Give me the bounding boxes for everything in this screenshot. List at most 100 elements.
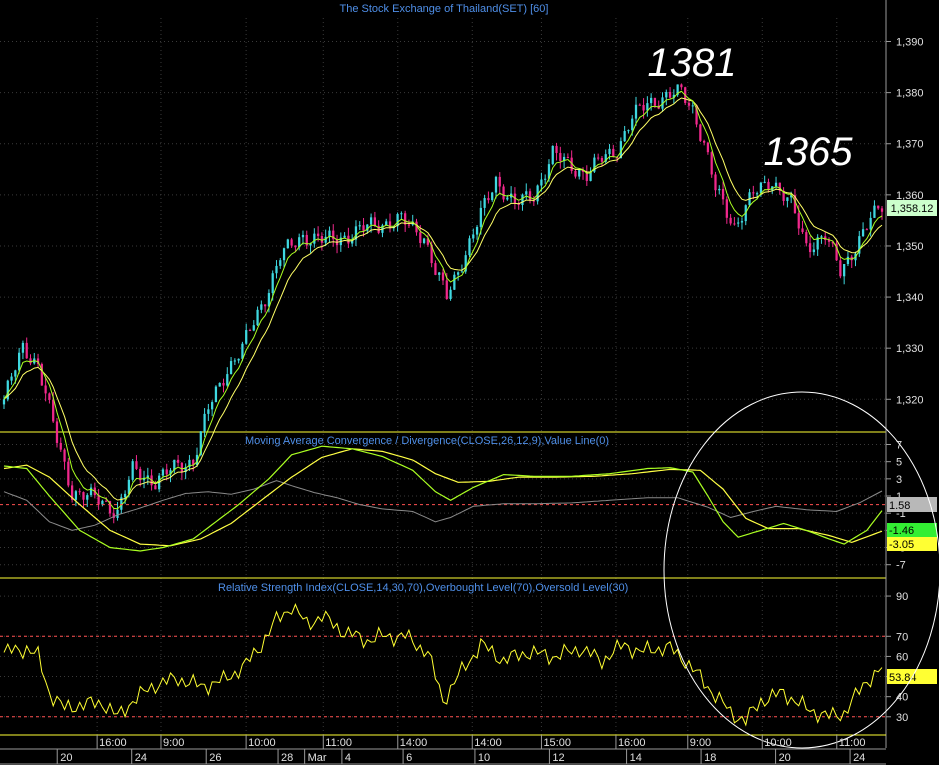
candle-body <box>877 205 880 209</box>
candle-body <box>78 491 81 493</box>
candle-body <box>21 342 25 353</box>
candle-body <box>214 386 218 403</box>
macd-panel-title: Moving Average Convergence / Divergence(… <box>245 435 609 447</box>
candle-body <box>578 170 581 177</box>
x-tick-label-date: 20 <box>779 752 791 764</box>
price-axis-labels: 1,3901,3801,3701,3601,3501,3401,3301,320 <box>886 37 924 406</box>
candle-body <box>165 469 168 475</box>
chart-window: The Stock Exchange of Thailand(SET) [60]… <box>0 0 939 765</box>
y-tick-label: 3 <box>896 474 902 486</box>
candlesticks <box>2 83 884 524</box>
candle-body <box>207 409 210 414</box>
candle-body <box>725 199 728 218</box>
candle-body <box>880 208 884 212</box>
candle-body <box>820 236 823 238</box>
candle-body <box>161 469 165 476</box>
candle-body <box>487 198 490 201</box>
candle-body <box>320 236 324 243</box>
candle-body <box>710 152 713 175</box>
y-tick-label: 1,370 <box>896 139 924 151</box>
candle-body <box>457 272 460 275</box>
candle-body <box>763 181 766 183</box>
x-tick-label-time: 11:00 <box>325 737 352 749</box>
candle-body <box>729 217 732 224</box>
y-tick-label: 60 <box>896 651 908 663</box>
candle-body <box>282 248 286 261</box>
candle-body <box>248 330 252 332</box>
x-tick-label-date: 6 <box>406 752 412 764</box>
candle-body <box>2 399 6 405</box>
candle-body <box>638 104 641 106</box>
x-tick-label-time: 16:00 <box>99 737 127 749</box>
candle-body <box>665 91 668 98</box>
time-axis: 16:00 9:00 10:00 11:00 14:00 14:00 15:00 16:00 9… <box>0 735 886 765</box>
candle-body <box>540 179 543 186</box>
candle-body <box>369 217 373 225</box>
candle-body <box>706 142 710 153</box>
candle-body <box>131 461 134 480</box>
x-tick-label-date: 18 <box>704 752 716 764</box>
candle-body <box>627 130 630 132</box>
candle-body <box>222 382 225 386</box>
candle-body <box>653 97 657 106</box>
candle-body <box>135 461 138 469</box>
candle-body <box>801 228 804 233</box>
candle-body <box>861 229 865 237</box>
y-tick-label: 1,340 <box>896 292 924 304</box>
rsi-panel-title: Relative Strength Index(CLOSE,14,30,70),… <box>218 582 628 594</box>
x-tick-label-date: 14 <box>630 752 642 764</box>
candle-body <box>472 234 475 239</box>
candle-body <box>233 360 236 362</box>
candle-body <box>502 186 505 200</box>
candle-body <box>797 213 800 229</box>
annotation-high-1381: 1381 <box>648 41 737 85</box>
candle-body <box>528 191 532 201</box>
candle-body <box>506 197 509 200</box>
candle-body <box>434 263 437 275</box>
price-grid <box>0 18 886 735</box>
annotation-high-1365: 1365 <box>764 130 854 174</box>
x-tick-label-time: 16:00 <box>618 737 646 749</box>
y-tick-label: 1,320 <box>896 394 924 406</box>
candle-body <box>843 264 846 277</box>
candle-body <box>313 233 316 244</box>
candle-body <box>551 145 554 165</box>
candle-body <box>759 182 763 194</box>
candle-body <box>18 352 21 371</box>
x-tick-label-date: 24 <box>135 752 147 764</box>
y-tick-label: 30 <box>896 712 908 724</box>
candle-body <box>25 342 28 359</box>
candle-body <box>301 234 305 238</box>
candle-body <box>839 260 842 277</box>
candle-body <box>479 207 482 227</box>
y-tick-label: -7 <box>896 560 906 572</box>
candle-body <box>316 233 320 237</box>
y-tick-label: 70 <box>896 631 908 643</box>
candle-body <box>286 239 289 249</box>
candle-body <box>86 495 89 500</box>
candle-body <box>180 462 184 473</box>
candle-body <box>29 358 32 364</box>
candle-body <box>101 500 104 505</box>
candle-body <box>63 449 66 462</box>
candle-body <box>279 260 282 266</box>
candle-body <box>612 148 615 157</box>
candle-body <box>67 461 70 486</box>
candle-body <box>774 182 778 187</box>
candle-body <box>574 170 577 177</box>
rsi-line <box>3 603 883 727</box>
candle-body <box>737 222 740 224</box>
y-tick-label: 1,390 <box>896 37 924 49</box>
candle-body <box>229 361 233 375</box>
candle-body <box>721 188 725 200</box>
candle-body <box>89 487 93 496</box>
x-tick-label-date: Mar <box>308 752 327 764</box>
x-tick-label-date: 4 <box>345 752 351 764</box>
candle-body <box>608 148 611 155</box>
rsi-axis-labels: 907060504030 <box>886 591 908 724</box>
candle-body <box>525 191 528 195</box>
y-tick-label: 1,330 <box>896 343 924 355</box>
candle-body <box>767 181 770 191</box>
candle-body <box>699 124 702 141</box>
candle-body <box>237 358 240 361</box>
